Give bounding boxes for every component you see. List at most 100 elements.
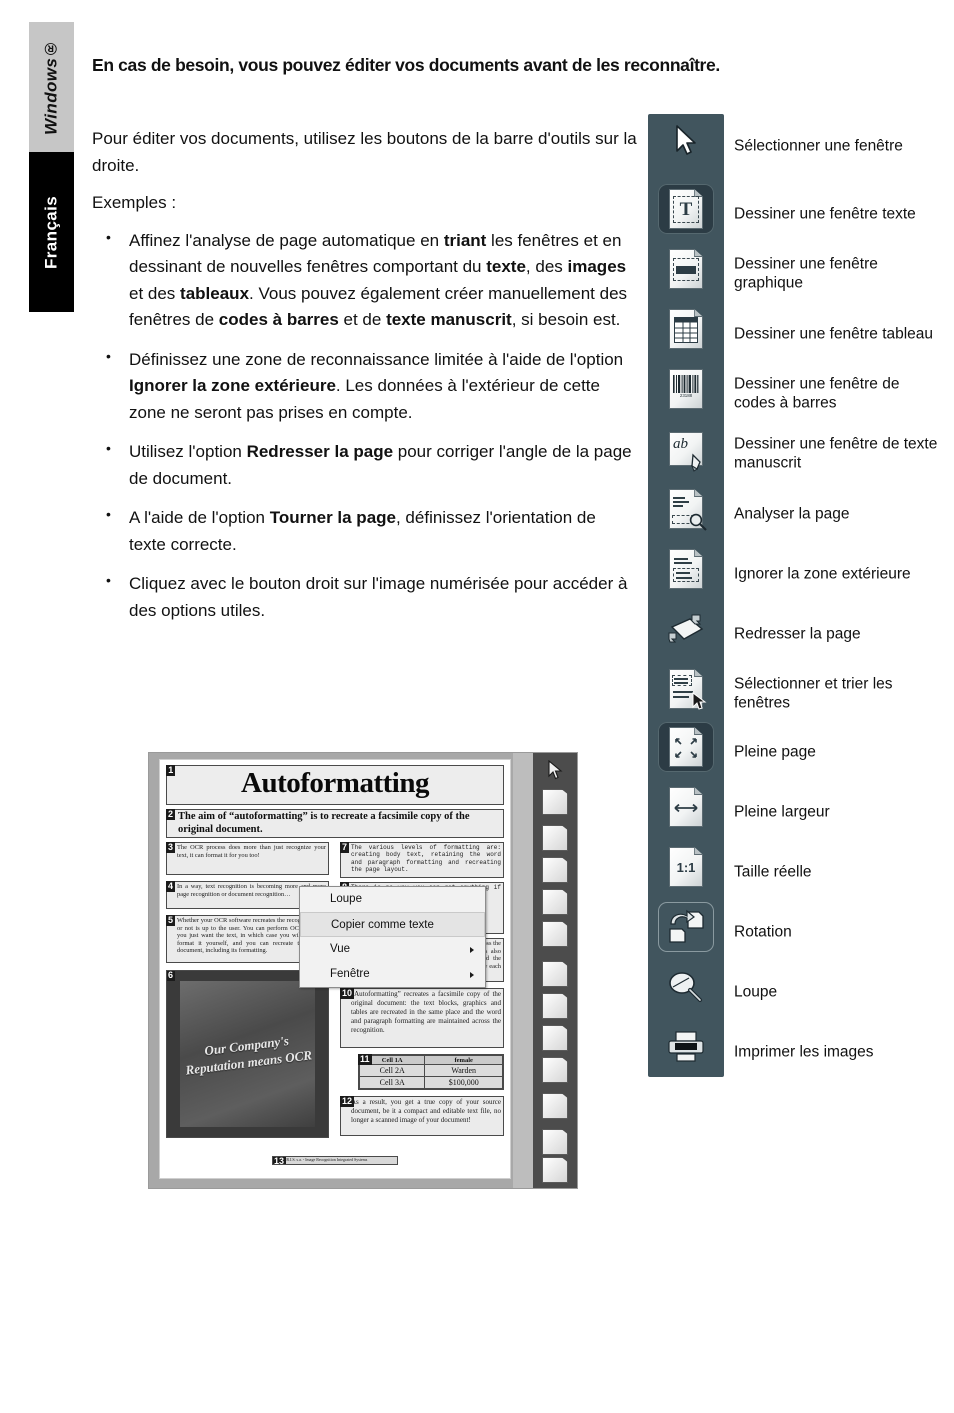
zone-number: 13 bbox=[273, 1156, 287, 1165]
table-window-icon[interactable] bbox=[542, 857, 568, 883]
toolbar-button-select-sort[interactable] bbox=[658, 664, 714, 714]
screenshot-document-page: 1 Autoformatting 2 The aim of “autoforma… bbox=[159, 759, 511, 1179]
table-row: Cell 3A $100,000 bbox=[358, 1076, 503, 1089]
toolbar-row-ignore-outside: Ignorer la zone extérieure bbox=[648, 544, 948, 604]
text-run: et des bbox=[129, 283, 181, 303]
toolbar-row-analyze-page: Analyser la page bbox=[648, 484, 948, 544]
toolbar-row-print-images: Imprimer les images bbox=[648, 1022, 948, 1082]
context-menu-item-window[interactable]: Fenêtre bbox=[300, 962, 485, 987]
toolbar-button-table-window[interactable] bbox=[658, 304, 714, 354]
embedded-screenshot: 1 Autoformatting 2 The aim of “autoforma… bbox=[148, 752, 578, 1189]
list-item: Utilisez l'option Redresser la page pour… bbox=[92, 438, 637, 492]
ocr-zone-table-11[interactable]: 11 Cell 1A female Cell 2A Warden Cell 3A… bbox=[358, 1054, 504, 1090]
analyze-page-icon[interactable] bbox=[542, 961, 568, 987]
magnifier-overlay-icon bbox=[689, 513, 707, 531]
actual-size-icon: 1:1 bbox=[669, 847, 703, 887]
toolbar-button-deskew-page[interactable] bbox=[658, 604, 714, 654]
toolbar-button-fit-page[interactable] bbox=[658, 722, 714, 772]
toolbar-label-table-window: Dessiner une fenêtre tableau bbox=[734, 325, 934, 343]
toolbar-row-table-window: Dessiner une fenêtre tableau bbox=[648, 304, 948, 364]
toolbar-label-actual-size: Taille réelle bbox=[734, 863, 812, 881]
table-cell: $100,000 bbox=[424, 1076, 503, 1089]
ocr-zone-title[interactable]: 1 Autoformatting bbox=[166, 765, 504, 805]
toolbar-row-text-window: T Dessiner une fenêtre texte bbox=[648, 184, 948, 244]
toolbar-button-actual-size[interactable]: 1:1 bbox=[658, 842, 714, 892]
ocr-zone-text-3[interactable]: 3 The OCR process does more than just re… bbox=[166, 842, 329, 875]
ocr-zone-image-6[interactable]: 6 Our Company's Reputation means OCR bbox=[166, 970, 329, 1138]
barcode-window-icon[interactable] bbox=[542, 889, 568, 915]
toolbar-button-magnifier[interactable] bbox=[658, 962, 714, 1012]
screenshot-toolbar bbox=[533, 753, 577, 1188]
table-row: Cell 2A Warden bbox=[358, 1064, 503, 1078]
toolbar-button-ignore-outside[interactable] bbox=[658, 544, 714, 594]
examples-label: Exemples : bbox=[92, 193, 177, 213]
zone-text: Autoformatting bbox=[241, 767, 429, 799]
magnifier-icon bbox=[669, 972, 702, 1002]
toolbar-button-analyze-page[interactable] bbox=[658, 484, 714, 534]
toolbar-label-select-window: Sélectionner une fenêtre bbox=[734, 137, 903, 155]
text-window-icon: T bbox=[669, 189, 703, 229]
text-window-icon[interactable] bbox=[542, 789, 568, 815]
side-tab-windows: Windows® bbox=[29, 22, 74, 152]
ocr-zone-footer-13[interactable]: 13 I.R.I.S. s.a. - Image Recognition Int… bbox=[272, 1156, 398, 1165]
screenshot-scrollbar[interactable] bbox=[513, 753, 533, 1188]
graphic-window-icon[interactable] bbox=[542, 825, 568, 851]
side-tab-francais: Français bbox=[29, 152, 74, 312]
actual-size-icon[interactable] bbox=[542, 1157, 568, 1183]
list-item: Affinez l'analyse de page automatique en… bbox=[92, 227, 637, 334]
toolbar-button-rotation[interactable] bbox=[658, 902, 714, 952]
context-menu-item-view[interactable]: Vue bbox=[300, 937, 485, 962]
text-run: Utilisez l'option bbox=[129, 442, 247, 462]
deskew-page-icon[interactable] bbox=[542, 1025, 568, 1051]
text-bold: triant bbox=[443, 230, 487, 250]
zone-number: 5 bbox=[166, 915, 176, 926]
context-menu-item-label: Fenêtre bbox=[330, 968, 370, 980]
text-run: Définissez une zone de reconnaissance li… bbox=[129, 349, 624, 369]
fit-page-icon[interactable] bbox=[542, 1093, 568, 1119]
zone-image-content: Our Company's Reputation means OCR bbox=[179, 980, 316, 1128]
width-arrow-icon bbox=[674, 803, 698, 813]
toolbar-button-barcode-window[interactable]: 23188 bbox=[658, 364, 714, 414]
ignore-outside-icon[interactable] bbox=[542, 993, 568, 1019]
fit-width-icon[interactable] bbox=[542, 1129, 568, 1155]
toolbar-label-print-images: Imprimer les images bbox=[734, 1043, 874, 1061]
text-bold: images bbox=[567, 257, 627, 277]
text-bold: Redresser la page bbox=[246, 442, 394, 462]
toolbar-button-text-window[interactable]: T bbox=[658, 184, 714, 234]
toolbar-button-graphic-window[interactable] bbox=[658, 244, 714, 294]
fit-arrows-icon bbox=[675, 738, 697, 758]
zone-number: 11 bbox=[358, 1054, 372, 1065]
context-menu-item-copy-as-text[interactable]: Copier comme texte bbox=[300, 912, 485, 937]
zone-number: 10 bbox=[340, 988, 355, 999]
document-page: Windows® Français En cas de besoin, vous… bbox=[0, 0, 954, 1413]
text-run: Affinez l'analyse de page automatique en bbox=[129, 230, 444, 250]
toolbar-button-fit-width[interactable] bbox=[658, 782, 714, 832]
zone-number: 7 bbox=[340, 842, 350, 853]
zone-number: 6 bbox=[167, 970, 176, 981]
ocr-zone-text-7[interactable]: 7 The various levels of formatting are: … bbox=[340, 842, 504, 878]
list-item: Définissez une zone de reconnaissance li… bbox=[92, 346, 637, 427]
ocr-zone-subtitle[interactable]: 2 The aim of “autoformatting” is to recr… bbox=[166, 809, 504, 838]
page-title: En cas de besoin, vous pouvez éditer vos… bbox=[92, 55, 720, 75]
toolbar-button-print-images[interactable] bbox=[658, 1022, 714, 1072]
text-run: , si besoin est. bbox=[511, 310, 621, 330]
context-menu-item-loupe[interactable]: Loupe bbox=[300, 887, 485, 912]
toolbar-button-handwriting-window[interactable]: ab bbox=[658, 424, 714, 474]
ocr-zone-text-10[interactable]: 10 “Autoformatting” recreates a facsimil… bbox=[340, 988, 504, 1048]
toolbar-button-select-window[interactable] bbox=[658, 116, 714, 166]
text-run: , des bbox=[525, 257, 568, 277]
select-sort-icon[interactable] bbox=[542, 1057, 568, 1083]
zone-number: 12 bbox=[340, 1096, 355, 1107]
deskew-page-icon bbox=[668, 614, 704, 643]
zone-text: The aim of “autoformatting” is to recrea… bbox=[178, 811, 470, 835]
toolbar-row-select-sort: Sélectionner et trier les fenêtres bbox=[648, 664, 948, 724]
toolbar-label-magnifier: Loupe bbox=[734, 983, 778, 1001]
toolbar-label-select-sort: Sélectionner et trier les fenêtres bbox=[734, 675, 893, 712]
side-tab-francais-label: Français bbox=[41, 195, 61, 269]
handwriting-window-icon[interactable] bbox=[542, 921, 568, 947]
ocr-zone-text-12[interactable]: 12 As a result, you get a true copy of y… bbox=[340, 1096, 504, 1136]
context-menu: Loupe Copier comme texte Vue Fenêtre bbox=[299, 886, 486, 988]
intro-paragraph: Pour éditer vos documents, utilisez les … bbox=[92, 129, 637, 175]
zone-text: The various levels of formatting are: cr… bbox=[351, 844, 501, 874]
table-row: Cell 1A female bbox=[358, 1054, 503, 1066]
